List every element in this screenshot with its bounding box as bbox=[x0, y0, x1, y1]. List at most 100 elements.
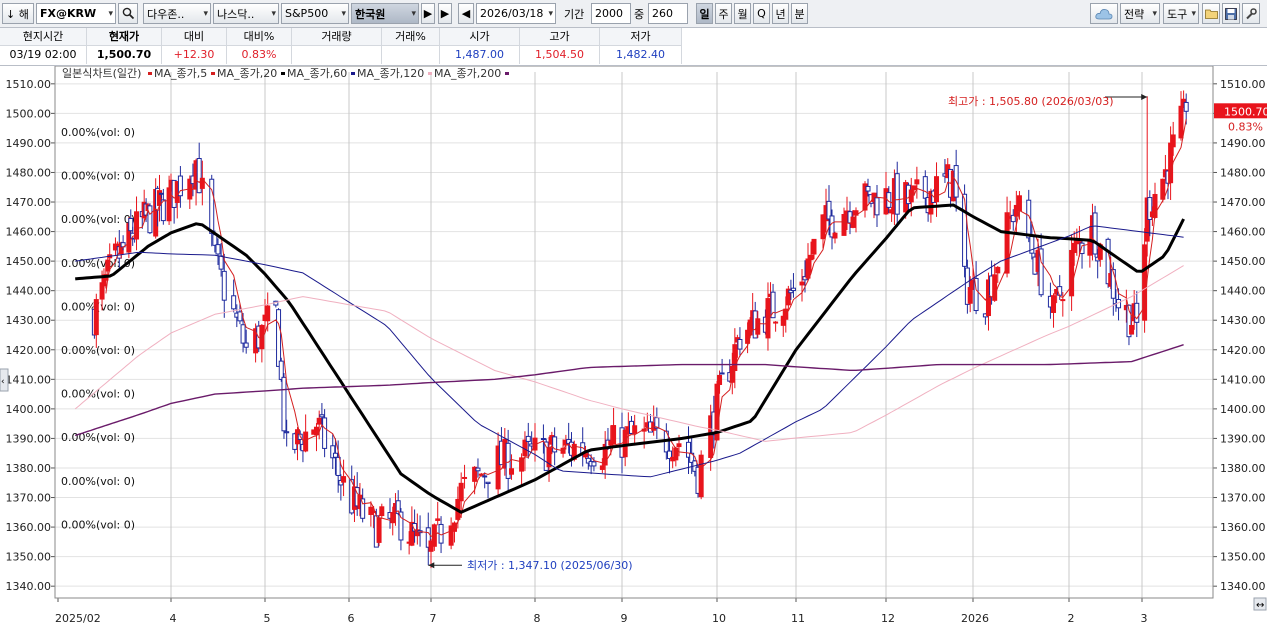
open-folder-button[interactable] bbox=[1202, 3, 1220, 24]
period-input[interactable]: 2000 bbox=[591, 3, 631, 24]
cloud-button[interactable] bbox=[1090, 3, 1118, 24]
step-forward-button[interactable]: ▶ bbox=[438, 3, 452, 24]
x-tick-label: 2025/02 bbox=[55, 612, 101, 623]
candle-body-up bbox=[1160, 178, 1166, 200]
candle-body-down bbox=[332, 452, 338, 458]
header-change: 대비 bbox=[162, 28, 227, 46]
settings-button[interactable] bbox=[1242, 3, 1260, 24]
interval-month-button[interactable]: 월 bbox=[734, 3, 751, 24]
price-chart[interactable]: 0.00%(vol: 0) 0.00%(vol: 0) 0.00%(vol: 0) 0… bbox=[0, 66, 1267, 623]
interval-year-label: 년 bbox=[775, 7, 786, 21]
value-change: +12.30 bbox=[162, 46, 227, 64]
value-open: 1,487.00 bbox=[440, 46, 520, 64]
y-tick-label-right: 1490.00 bbox=[1220, 137, 1266, 150]
candle-body-down bbox=[360, 498, 366, 519]
y-tick-label-right: 1400.00 bbox=[1220, 403, 1266, 416]
candle-body-up bbox=[462, 476, 468, 479]
y-tick-label-left: 1340.00 bbox=[6, 580, 52, 593]
y-tick-label-right: 1460.00 bbox=[1220, 226, 1266, 239]
y-tick-label-right: 1360.00 bbox=[1220, 521, 1266, 534]
panel-toggle-button[interactable]: ↓ 해 bbox=[2, 3, 34, 24]
candle-body-up bbox=[1168, 142, 1174, 184]
interval-year-button[interactable]: 년 bbox=[772, 3, 789, 24]
index-select-dow[interactable]: 다우존.. bbox=[143, 3, 211, 24]
y-tick-label-left: 1390.00 bbox=[6, 432, 52, 445]
candle-body-up bbox=[265, 305, 271, 322]
volume-pct-label: 0.00%(vol: 0) bbox=[61, 257, 135, 270]
y-tick-label-right: 1390.00 bbox=[1220, 432, 1266, 445]
value-high: 1,504.50 bbox=[520, 46, 600, 64]
interval-quarter-label: Q bbox=[757, 7, 766, 20]
date-field[interactable]: 2026/03/18 bbox=[476, 3, 556, 24]
candle-body-down bbox=[1134, 302, 1140, 323]
y-tick-label-left: 1410.00 bbox=[6, 373, 52, 386]
candle-body-down bbox=[962, 193, 968, 267]
period-value: 2000 bbox=[595, 7, 623, 20]
candle-body-down bbox=[719, 372, 725, 375]
save-button[interactable] bbox=[1222, 3, 1240, 24]
y-tick-label-right: 1440.00 bbox=[1220, 285, 1266, 298]
y-tick-label-left: 1510.00 bbox=[6, 78, 52, 91]
step-back-button[interactable]: ◀ bbox=[458, 3, 474, 24]
candle-body-down bbox=[475, 467, 481, 472]
y-tick-label-left: 1350.00 bbox=[6, 551, 52, 564]
value-time: 03/19 02:00 bbox=[0, 46, 87, 64]
candle-body-down bbox=[973, 277, 979, 312]
candle-body-up bbox=[811, 238, 817, 255]
candle-body-down bbox=[319, 414, 325, 418]
interval-minute-button[interactable]: 분 bbox=[791, 3, 808, 24]
candle-body-down bbox=[865, 185, 871, 192]
candle-body-down bbox=[243, 342, 249, 348]
index-select-krw[interactable]: 한국원 bbox=[351, 3, 419, 24]
candle-body-down bbox=[540, 438, 546, 441]
low-annotation-label: 최저가 : 1,347.10 (2025/06/30) bbox=[467, 559, 633, 572]
candle-body-down bbox=[485, 481, 491, 484]
candle-body-up bbox=[458, 482, 464, 502]
search-icon bbox=[122, 7, 134, 20]
header-change-pct: 대비% bbox=[227, 28, 292, 46]
symbol-search-button[interactable] bbox=[118, 3, 138, 24]
y-tick-label-right: 1370.00 bbox=[1220, 492, 1266, 505]
tools-button[interactable]: 도구 bbox=[1163, 3, 1199, 24]
candle-body-up bbox=[1060, 299, 1066, 302]
next-button[interactable]: ▶ bbox=[421, 3, 435, 24]
index-select-sp500[interactable]: S&P500 bbox=[281, 3, 349, 24]
header-price: 현재가 bbox=[87, 28, 162, 46]
candle-body-down bbox=[874, 197, 880, 216]
interval-day-button[interactable]: 일 bbox=[696, 3, 713, 24]
candle-body-up bbox=[934, 176, 940, 203]
header-low: 저가 bbox=[600, 28, 682, 46]
overlap-input[interactable]: 260 bbox=[648, 3, 688, 24]
interval-quarter-button[interactable]: Q bbox=[753, 3, 770, 24]
candle-body-up bbox=[841, 214, 847, 236]
y-tick-label-left: 1460.00 bbox=[6, 226, 52, 239]
candle-body-down bbox=[281, 376, 287, 432]
volume-pct-label: 0.00%(vol: 0) bbox=[61, 518, 135, 531]
candle-body-down bbox=[284, 431, 290, 434]
candle-body-down bbox=[591, 461, 597, 467]
index-select-nasdaq[interactable]: 나스닥.. bbox=[213, 3, 279, 24]
chart-svg[interactable]: 0.00%(vol: 0) 0.00%(vol: 0) 0.00%(vol: 0) 0… bbox=[0, 66, 1267, 623]
candle-body-down bbox=[1183, 101, 1189, 112]
interval-week-label: 주 bbox=[718, 7, 729, 21]
candle-body-down bbox=[894, 173, 900, 215]
candle-body-up bbox=[368, 506, 374, 515]
candle-body-down bbox=[922, 176, 928, 199]
y-tick-label-right: 1410.00 bbox=[1220, 373, 1266, 386]
y-tick-label-right: 1340.00 bbox=[1220, 580, 1266, 593]
x-tick-label: 10 bbox=[712, 612, 726, 623]
candle-body-up bbox=[379, 506, 385, 517]
y-tick-label-right: 1420.00 bbox=[1220, 344, 1266, 357]
interval-week-button[interactable]: 주 bbox=[715, 3, 732, 24]
strategy-button[interactable]: 전략 bbox=[1120, 3, 1160, 24]
candle-body-up bbox=[632, 425, 638, 434]
y-tick-label-left: 1430.00 bbox=[6, 314, 52, 327]
symbol-select[interactable]: FX@KRW bbox=[36, 3, 116, 24]
tools-label: 도구 bbox=[1167, 7, 1188, 21]
candle-body-up bbox=[166, 187, 172, 222]
candle-body-up bbox=[1170, 134, 1176, 148]
volume-pct-label: 0.00%(vol: 0) bbox=[61, 170, 135, 183]
candle-body-up bbox=[1069, 249, 1075, 297]
x-tick-label: 2 bbox=[1068, 612, 1075, 623]
value-low: 1,482.40 bbox=[600, 46, 682, 64]
